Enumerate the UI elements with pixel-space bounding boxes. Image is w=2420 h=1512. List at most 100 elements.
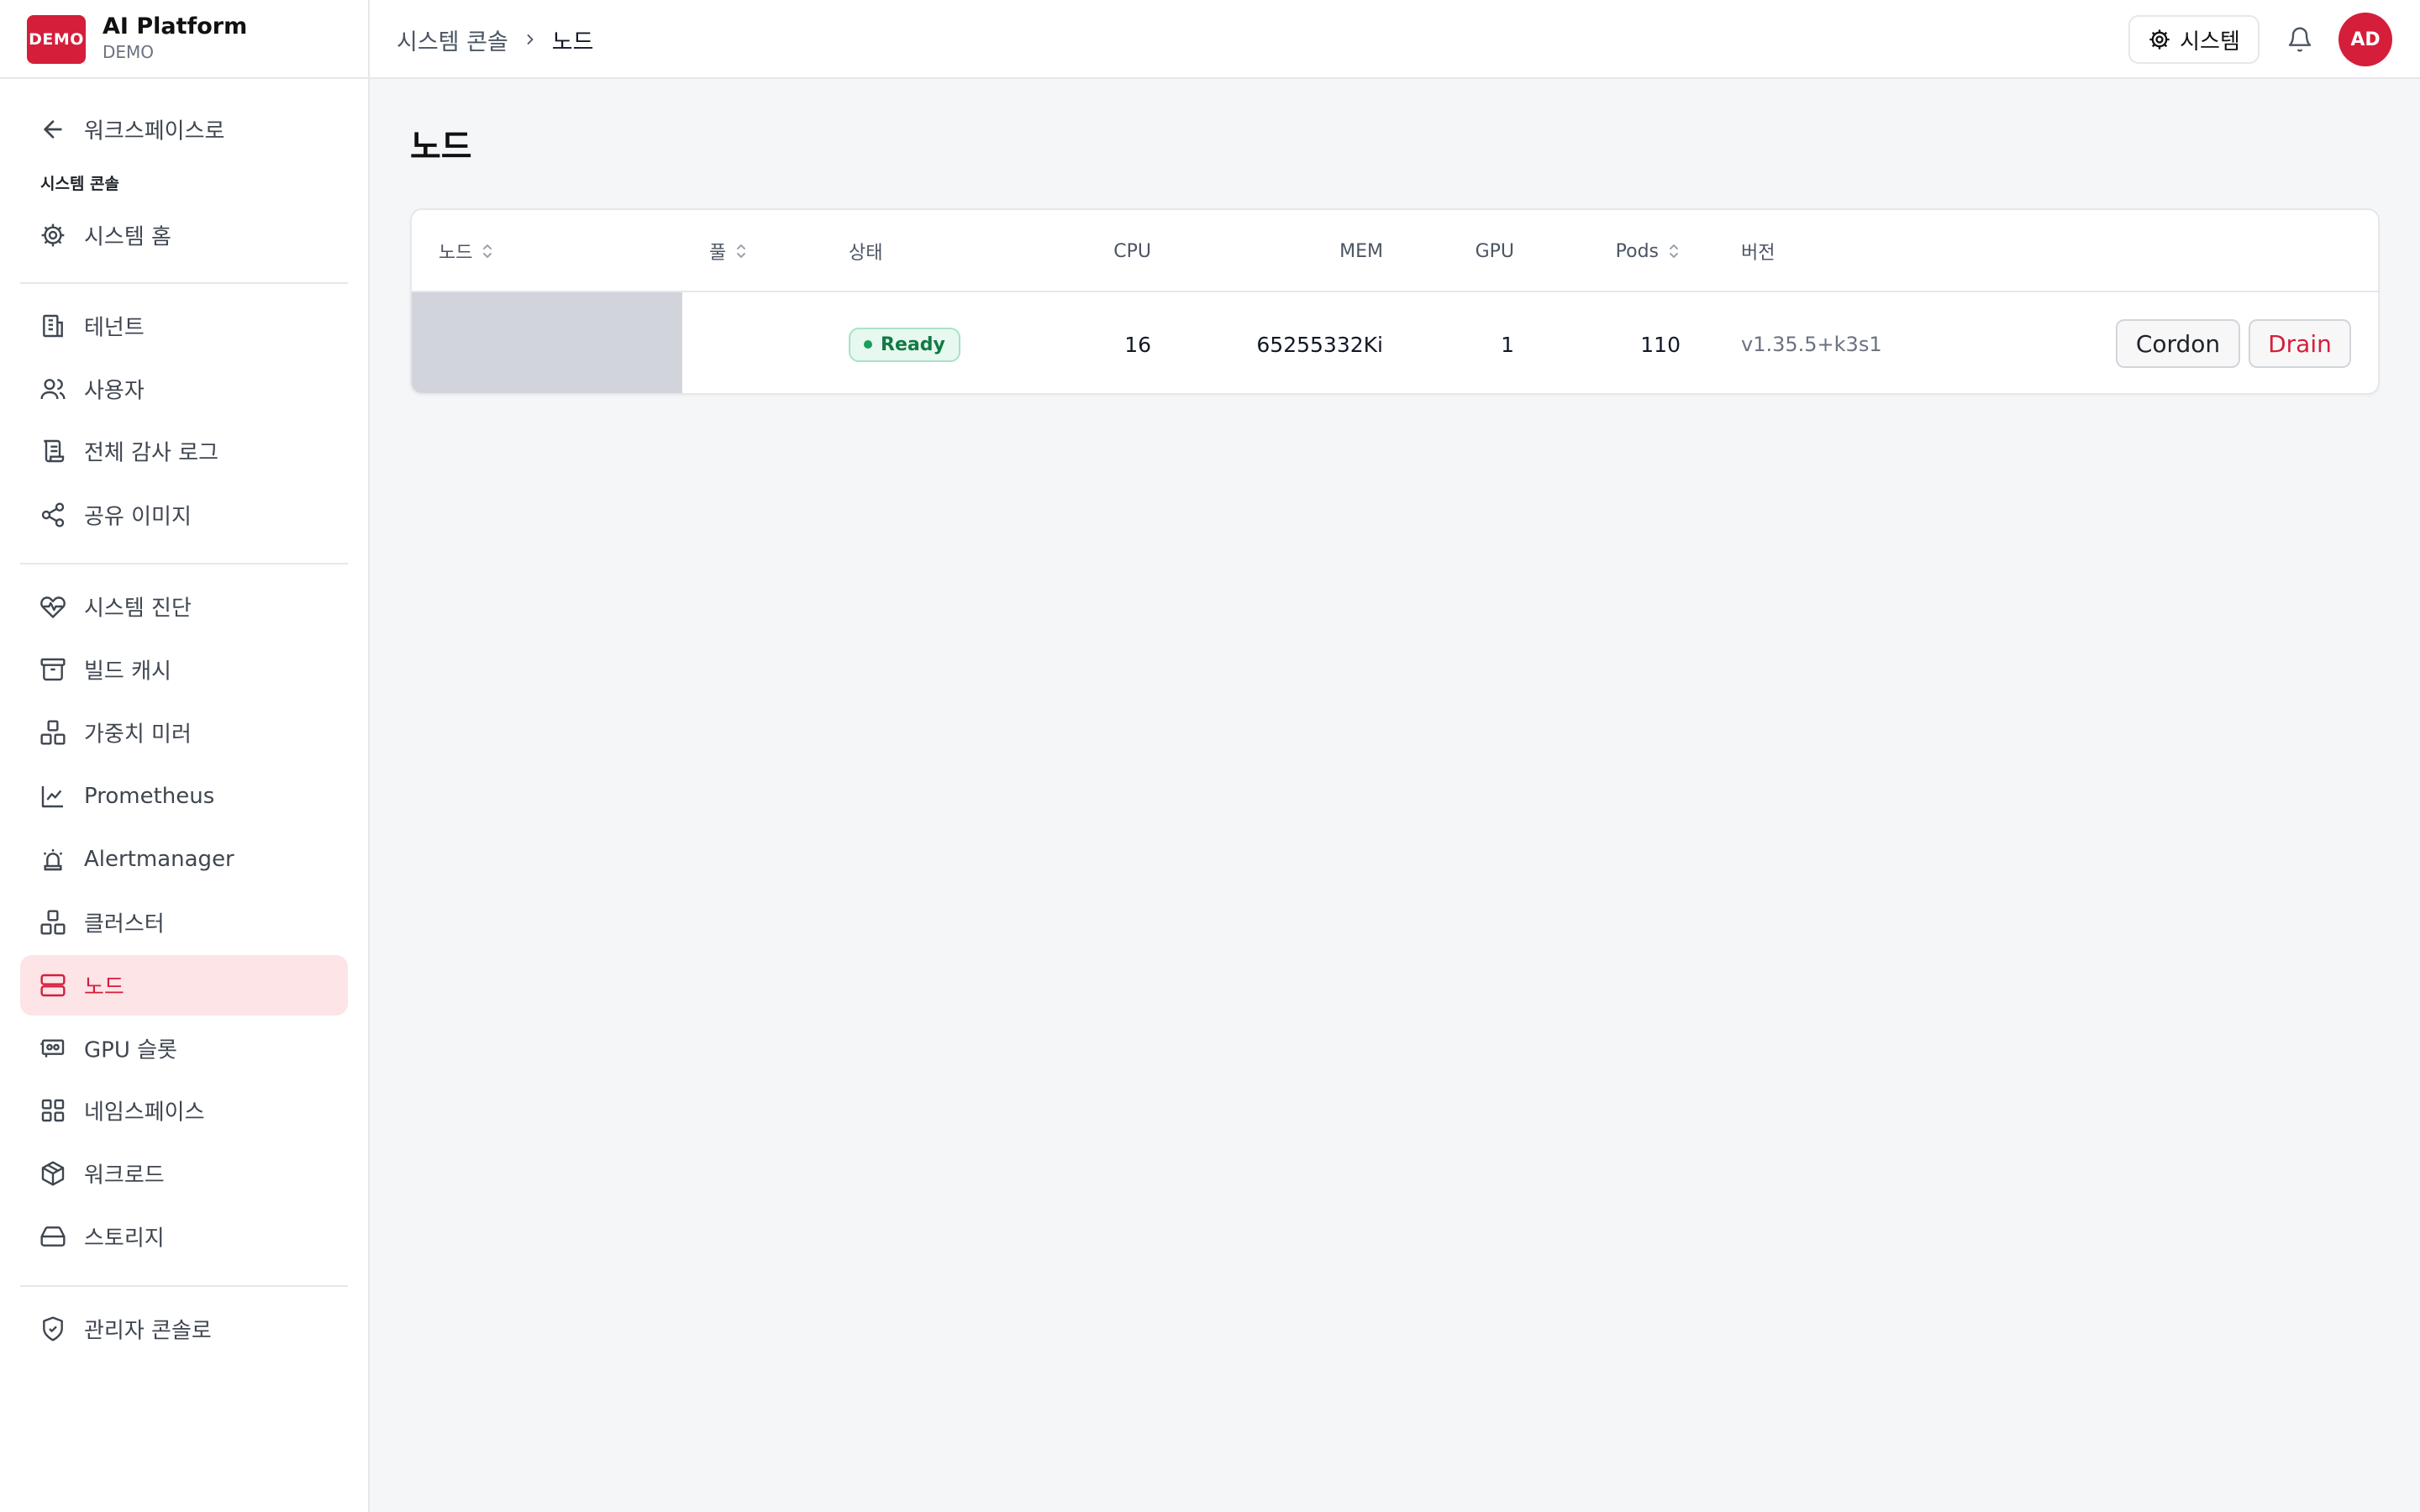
sidebar-item-storage[interactable]: 스토리지 <box>20 1206 348 1267</box>
table-header: 노드 풀 상태 CPU MEM GPU Pods 버전 <box>412 210 2378 292</box>
hard-drive-icon <box>39 1222 67 1251</box>
breadcrumb-parent[interactable]: 시스템 콘솔 <box>397 24 508 56</box>
column-header-status: 상태 <box>849 243 883 264</box>
sort-icon <box>481 242 494 260</box>
admin-console-link[interactable]: 관리자 콘솔로 <box>20 1299 348 1359</box>
server-icon <box>39 971 67 1000</box>
column-header-pool[interactable]: 풀 <box>709 210 748 292</box>
sidebar-item-label: 클러스터 <box>84 911 165 937</box>
sidebar: DEMO AI Platform DEMO 워크스페이스로 시스템 콘솔 시스템… <box>0 0 370 1512</box>
sidebar-item-label: 시스템 홈 <box>84 224 171 250</box>
status-badge: Ready <box>849 327 960 362</box>
page-title: 노드 <box>410 128 472 166</box>
column-header-gpu: GPU <box>1475 240 1514 262</box>
building-icon <box>39 312 67 340</box>
sidebar-item-workloads[interactable]: 워크로드 <box>20 1143 348 1204</box>
arrow-left-icon <box>39 115 67 144</box>
sidebar-item-label: Prometheus <box>84 784 215 809</box>
sidebar-item-audit-log[interactable]: 전체 감사 로그 <box>20 421 348 481</box>
system-button-label: 시스템 <box>2180 29 2240 55</box>
breadcrumb-current: 노드 <box>551 29 594 55</box>
gear-icon <box>39 221 67 249</box>
sidebar-item-shared-images[interactable]: 공유 이미지 <box>20 485 348 545</box>
sidebar-item-alertmanager[interactable]: Alertmanager <box>20 829 348 890</box>
status-cell: Ready <box>849 292 960 393</box>
sidebar-item-label: 빌드 캐시 <box>84 659 171 685</box>
cpu-cell: 16 <box>1124 332 1151 357</box>
sidebar-item-label: GPU 슬롯 <box>84 1037 177 1063</box>
sidebar-item-label: 전체 감사 로그 <box>84 440 219 466</box>
back-to-workspace-link[interactable]: 워크스페이스로 <box>20 99 348 160</box>
sidebar-item-clusters[interactable]: 클러스터 <box>20 892 348 953</box>
column-header-label: Pods <box>1615 240 1659 262</box>
status-badge-label: Ready <box>881 333 945 355</box>
sidebar-item-system-home[interactable]: 시스템 홈 <box>20 205 348 265</box>
sort-icon <box>1667 242 1681 260</box>
sidebar-item-namespaces[interactable]: 네임스페이스 <box>20 1080 348 1141</box>
line-chart-icon <box>39 782 67 811</box>
sidebar-divider <box>20 1285 348 1287</box>
sidebar-item-label: 네임스페이스 <box>84 1100 205 1126</box>
shield-check-icon <box>39 1315 67 1343</box>
sidebar-item-users[interactable]: 사용자 <box>20 359 348 419</box>
admin-console-label: 관리자 콘솔로 <box>84 1318 212 1344</box>
heart-pulse-icon <box>39 592 67 621</box>
sidebar-item-weight-mirror[interactable]: 가중치 미러 <box>20 702 348 763</box>
sidebar-item-nodes[interactable]: 노드 <box>20 955 348 1016</box>
nodes-table: 노드 풀 상태 CPU MEM GPU Pods 버전 Ready 16 652… <box>410 208 2380 395</box>
column-header-label: 풀 <box>709 243 727 264</box>
users-icon <box>39 375 67 403</box>
column-header-mem: MEM <box>1339 240 1383 262</box>
system-button[interactable]: 시스템 <box>2128 15 2260 64</box>
boxes-icon <box>39 718 67 747</box>
column-header-node[interactable]: 노드 <box>439 210 494 292</box>
sidebar-divider <box>20 563 348 564</box>
column-header-cpu: CPU <box>1113 240 1151 262</box>
table-row: Ready 16 65255332Ki 1 110 v1.35.5+k3s1 C… <box>412 292 2378 393</box>
sidebar-item-diagnostics[interactable]: 시스템 진단 <box>20 576 348 637</box>
bell-icon[interactable] <box>2284 24 2316 55</box>
pods-cell: 110 <box>1640 332 1681 357</box>
archive-icon <box>39 655 67 684</box>
grid-icon <box>39 1096 67 1125</box>
gpu-cell: 1 <box>1501 332 1514 357</box>
gpu-icon <box>39 1034 67 1063</box>
sidebar-item-build-cache[interactable]: 빌드 캐시 <box>20 639 348 700</box>
sidebar-item-tenants[interactable]: 테넌트 <box>20 296 348 356</box>
sidebar-item-label: 사용자 <box>84 378 145 404</box>
siren-icon <box>39 845 67 874</box>
node-name-cell[interactable] <box>412 292 682 393</box>
top-header: 시스템 콘솔 노드 시스템 AD <box>370 0 2420 79</box>
section-label-system-console: 시스템 콘솔 <box>40 175 120 193</box>
sidebar-item-label: 가중치 미러 <box>84 722 192 748</box>
brand: DEMO AI Platform DEMO <box>0 0 370 79</box>
sidebar-item-label: 스토리지 <box>84 1226 165 1252</box>
brand-logo: DEMO <box>27 15 86 64</box>
avatar[interactable]: AD <box>2338 13 2392 66</box>
status-dot-icon <box>864 340 872 349</box>
sidebar-item-label: 테넌트 <box>84 315 145 341</box>
sidebar-item-label: 워크로드 <box>84 1163 165 1189</box>
mem-cell: 65255332Ki <box>1256 332 1383 357</box>
version-cell: v1.35.5+k3s1 <box>1741 333 1882 356</box>
cordon-button[interactable]: Cordon <box>2116 319 2240 368</box>
package-icon <box>39 1159 67 1188</box>
sidebar-item-label: 노드 <box>84 974 124 1000</box>
column-header-version: 버전 <box>1741 243 1776 264</box>
sidebar-item-label: 시스템 진단 <box>84 596 192 622</box>
sidebar-divider <box>20 282 348 284</box>
brand-title: AI Platform <box>103 13 248 39</box>
cluster-icon <box>39 908 67 937</box>
brand-subtitle: DEMO <box>103 42 155 62</box>
gear-icon <box>2148 28 2171 51</box>
sidebar-item-label: 공유 이미지 <box>84 504 192 530</box>
drain-button[interactable]: Drain <box>2249 319 2351 368</box>
column-header-pods[interactable]: Pods <box>1529 210 1681 292</box>
sidebar-item-label: Alertmanager <box>84 847 234 872</box>
sidebar-item-prometheus[interactable]: Prometheus <box>20 766 348 827</box>
sidebar-item-gpu-slots[interactable]: GPU 슬롯 <box>20 1018 348 1079</box>
sort-icon <box>734 242 748 260</box>
back-to-workspace-label: 워크스페이스로 <box>84 118 225 144</box>
chevron-right-icon <box>522 31 539 48</box>
scroll-icon <box>39 437 67 465</box>
